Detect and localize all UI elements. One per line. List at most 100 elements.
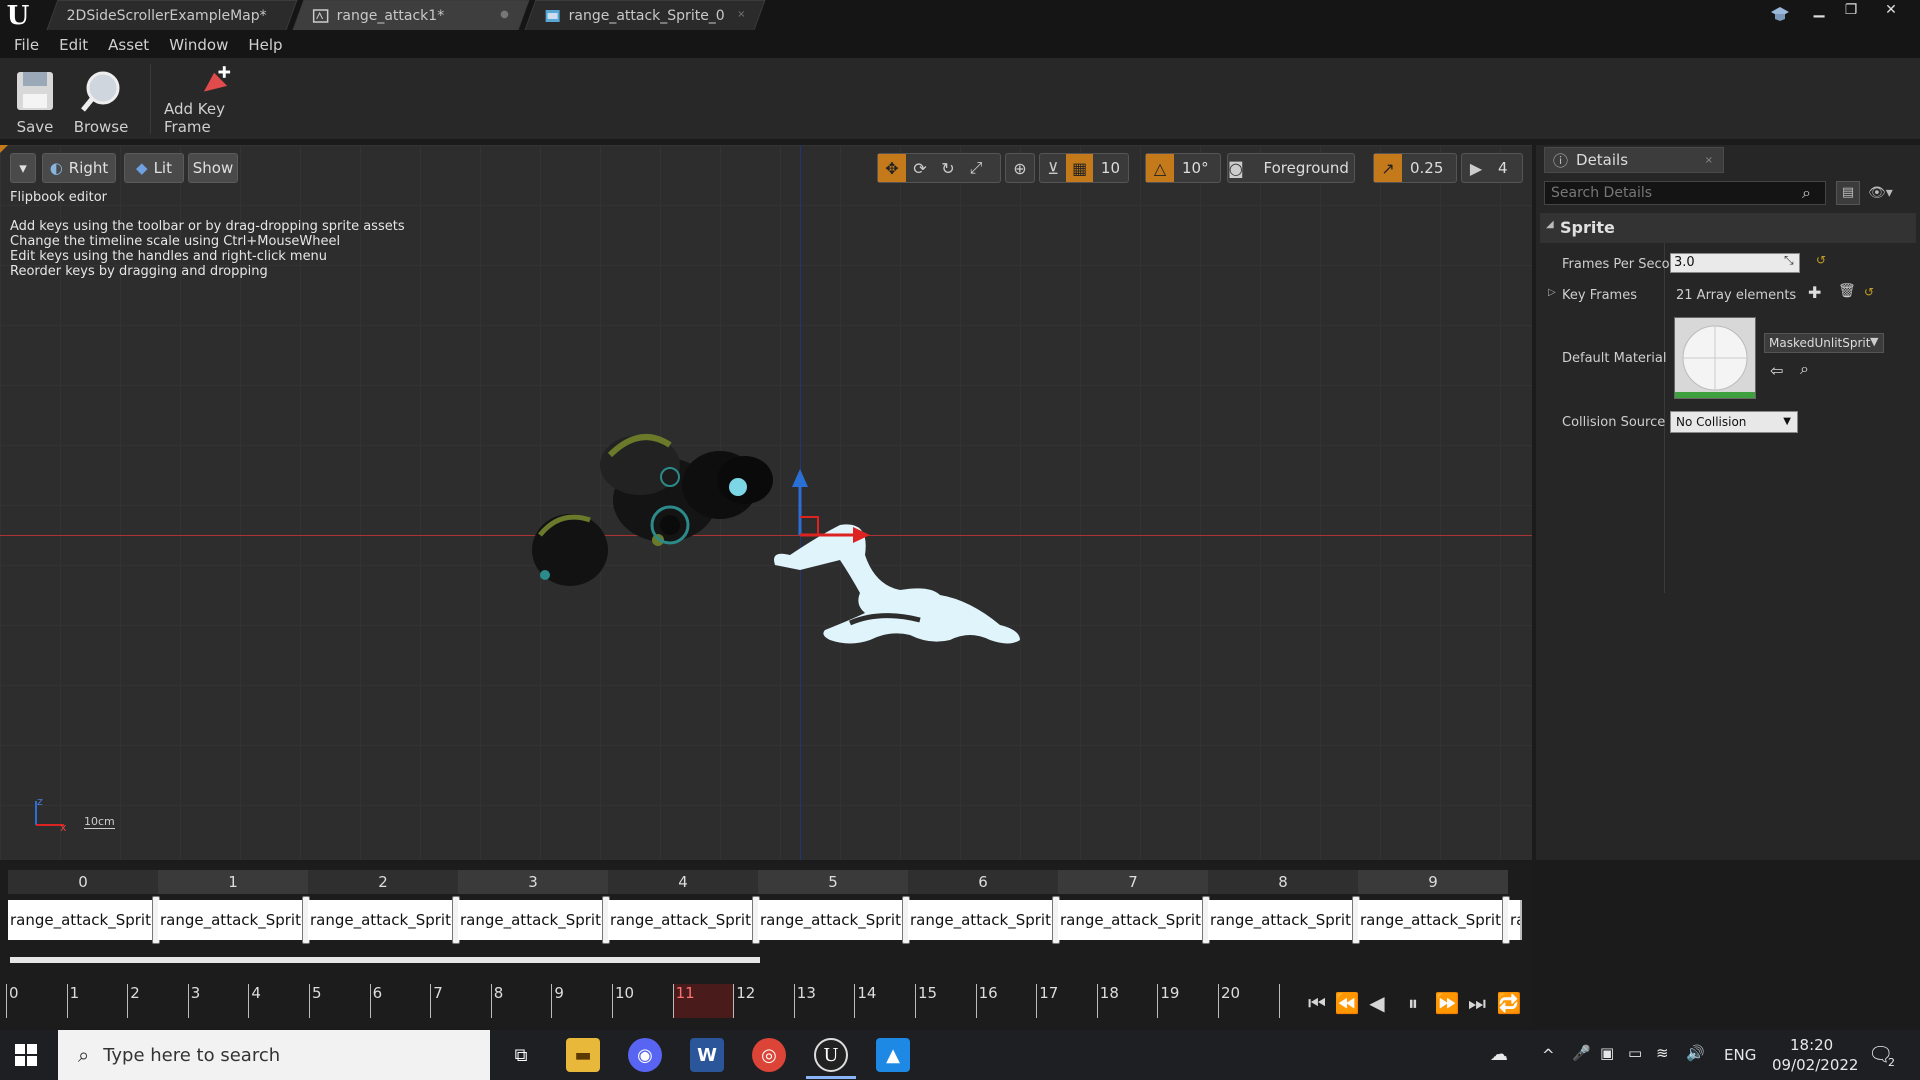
search-details-input[interactable]: Search Details [1544,181,1826,205]
spin-icon[interactable]: ⤡ [1784,253,1794,268]
tab-level-map[interactable]: 2DSideScrollerExampleMap* [46,0,298,30]
flipbook-viewport[interactable]: ▾ ◐ Right ◆ Lit Show ✥ ⟳ ↻ ⤢ ⊕ ⊻ ▦ 10 △ … [0,145,1532,860]
close-window-icon[interactable]: ✕ [1876,0,1906,20]
world-space-toggle[interactable]: ⊕ [1005,153,1035,183]
unreal-engine-icon[interactable]: U [814,1038,848,1072]
layer-dropdown[interactable]: Foreground [1256,159,1357,177]
device-icon[interactable]: ▣ [1600,1044,1614,1062]
viewport-options-button[interactable]: ▾ [10,153,36,183]
timeline-ruler[interactable]: 0 1 2 3 4 5 6 7 8 9 10 11 12 13 14 15 16 17 18 19 20 [6,862,1280,1027]
reset-icon[interactable]: ↺ [1816,253,1826,267]
menu-asset[interactable]: Asset [98,36,159,54]
ruler-tick[interactable]: 14 [854,984,915,1018]
skip-to-end-icon[interactable]: ⏭ [1464,990,1490,1016]
sprite-preview[interactable] [520,425,1080,685]
close-tab-icon[interactable]: ● [500,9,509,20]
unreal-logo-icon[interactable]: U [4,2,32,30]
battery-icon[interactable]: ▭ [1628,1044,1642,1062]
tab-sprite[interactable]: range_attack_Sprite_0 × [524,0,766,30]
sprite-section-header[interactable]: ◢ Sprite [1540,213,1916,243]
details-tab[interactable]: ⓘ Details × [1544,147,1724,173]
ruler-tick[interactable]: 0 [6,984,67,1018]
graduation-cap-icon[interactable] [1770,4,1790,24]
property-matrix-button[interactable]: ▤ [1836,181,1860,205]
loop-icon[interactable]: 🔁 [1496,990,1522,1016]
step-forward-icon[interactable]: ⏩ [1434,990,1460,1016]
view-mode-button[interactable]: ◐ Right [42,153,116,183]
ruler-tick[interactable]: 20 [1218,984,1279,1018]
expand-arrow-icon[interactable]: ▷ [1548,287,1556,298]
grid-snap-value[interactable]: 10 [1093,159,1128,177]
play-reverse-icon[interactable]: ◀ [1364,990,1390,1016]
clock-date[interactable]: 09/02/2022 [1772,1056,1858,1074]
browse-button[interactable]: Browse [74,64,128,136]
taskbar-search-box[interactable]: ⌕ Type here to search [58,1030,490,1080]
clock-time[interactable]: 18:20 [1790,1036,1833,1054]
material-dropdown[interactable]: MaskedUnlitSprit [1764,333,1884,353]
trash-icon[interactable]: 🗑 [1838,283,1856,299]
skip-to-start-icon[interactable]: ⏮ [1304,990,1330,1016]
translate-icon[interactable]: ✥ [878,154,906,182]
ruler-tick[interactable]: 1 [66,984,128,1018]
ruler-tick[interactable]: 19 [1157,984,1218,1018]
step-back-icon[interactable]: ⏪ [1334,990,1360,1016]
rotate-icon[interactable]: ⟳ [906,154,934,182]
ruler-tick[interactable]: 16 [975,984,1037,1018]
add-element-icon[interactable]: ✚ [1808,283,1821,302]
material-thumbnail[interactable] [1674,317,1756,399]
ruler-tick[interactable]: 15 [915,984,976,1018]
add-key-frame-button[interactable]: Add Key Frame [164,64,270,136]
angle-icon[interactable]: △ [1146,154,1174,182]
ruler-tick[interactable]: 3 [187,984,249,1018]
photos-icon[interactable]: ▲ [876,1038,910,1072]
language-indicator[interactable]: ENG [1724,1046,1756,1064]
scale-snap-value[interactable]: 0.25 [1402,159,1451,177]
browse-asset-icon[interactable]: ⌕ [1800,359,1809,379]
word-icon[interactable]: W [690,1038,724,1072]
surface-snap-icon[interactable]: ⊻ [1040,154,1066,182]
layer-icon[interactable]: ◙ [1228,154,1244,182]
ruler-tick[interactable]: 13 [793,984,855,1018]
menu-help[interactable]: Help [238,36,292,54]
ruler-tick[interactable]: 5 [309,984,370,1018]
show-button[interactable]: Show [188,153,238,183]
ruler-tick[interactable]: 2 [127,984,188,1018]
ruler-tick[interactable]: 18 [1096,984,1158,1018]
chrome-icon[interactable]: ◎ [752,1038,786,1072]
collision-source-dropdown[interactable]: No Collision ▼ [1670,411,1798,433]
menu-edit[interactable]: Edit [49,36,98,54]
ruler-tick[interactable]: 17 [1036,984,1097,1018]
reset-icon[interactable]: ↺ [1864,285,1874,299]
use-selected-asset-icon[interactable]: ⇦ [1770,361,1783,380]
ruler-tick[interactable]: 10 [612,984,673,1018]
minimize-icon[interactable]: ▁ [1804,0,1834,20]
windows-start-icon[interactable] [14,1043,38,1067]
ruler-tick[interactable]: 4 [248,984,309,1018]
view-options-button[interactable]: 👁▾ [1868,181,1908,205]
task-view-icon[interactable]: ⧉ [504,1038,538,1072]
key-frame[interactable]: range_attack_Sprite_9 [1358,900,1508,940]
camera-speed-icon[interactable]: ▶ [1462,154,1490,182]
ruler-tick[interactable]: 6 [369,984,431,1018]
ruler-tick[interactable]: 12 [733,984,794,1018]
lit-button[interactable]: ◆ Lit [124,153,184,183]
rotation-snap-value[interactable]: 10° [1174,159,1217,177]
volume-icon[interactable]: 🔊 [1686,1044,1705,1062]
scale-snap-icon[interactable]: ↗ [1374,154,1402,182]
pause-icon[interactable]: ⏸ [1400,990,1426,1016]
rotate-local-icon[interactable]: ↻ [934,154,962,182]
close-tab-icon[interactable]: × [737,9,745,20]
tab-flipbook[interactable]: range_attack1* ● [292,0,530,30]
close-tab-icon[interactable]: × [1705,155,1713,166]
wifi-icon[interactable]: ≋ [1656,1044,1669,1062]
camera-speed-value[interactable]: 4 [1490,159,1516,177]
scale-icon[interactable]: ⤢ [962,154,990,182]
discord-icon[interactable]: ◉ [628,1038,662,1072]
save-button[interactable]: Save [12,64,58,136]
grid-icon[interactable]: ▦ [1066,154,1093,182]
ruler-tick[interactable]: 8 [490,984,552,1018]
microphone-icon[interactable]: 🎤 [1572,1044,1591,1062]
ruler-tick[interactable]: 7 [430,984,491,1018]
ruler-tick[interactable]: 9 [551,984,612,1018]
restore-icon[interactable]: ❐ [1836,0,1866,20]
